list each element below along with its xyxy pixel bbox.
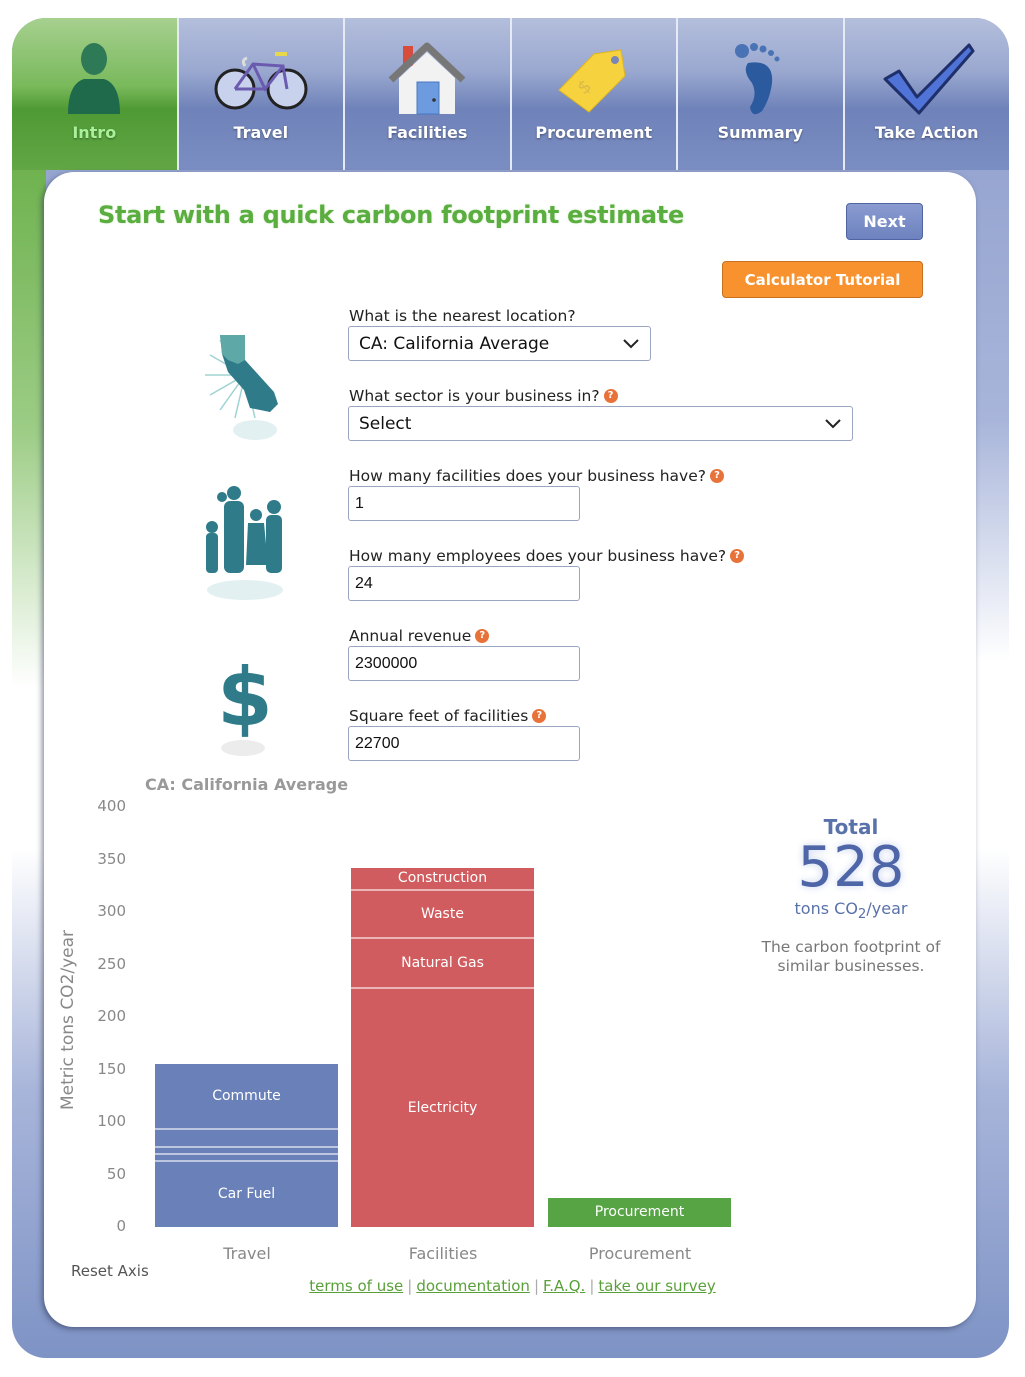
x-tick-label: Facilities	[408, 1244, 478, 1263]
sqft-label: Square feet of facilities?	[349, 707, 547, 725]
facilities-help-icon[interactable]: ?	[709, 469, 724, 483]
sector-label: What sector is your business in??	[349, 387, 618, 405]
separator: |	[589, 1277, 595, 1295]
total-units-suffix: /year	[866, 899, 908, 918]
checkmark-icon	[877, 39, 977, 119]
y-tick-label: 150	[97, 1059, 126, 1078]
tab-summary[interactable]: Summary	[678, 18, 845, 170]
svg-text:$: $	[217, 651, 273, 744]
bar-segment-car-fuel[interactable]: Car Fuel	[155, 1161, 338, 1227]
chart-title: CA: California Average	[145, 775, 349, 794]
separator: |	[407, 1277, 413, 1295]
sqft-label-text: Square feet of facilities	[349, 707, 529, 725]
employees-count-input[interactable]	[348, 566, 580, 601]
documentation-link[interactable]: documentation	[416, 1277, 530, 1295]
location-select-value: CA: California Average	[359, 333, 550, 354]
y-tick-label: 50	[106, 1164, 126, 1183]
tab-facilities[interactable]: Facilities	[345, 18, 512, 170]
revenue-help-icon[interactable]: ?	[475, 629, 490, 643]
sector-select-value: Select	[359, 413, 412, 434]
footer-links: terms of use | documentation | F.A.Q. | take o…	[0, 1277, 1025, 1295]
tab-intro-label: Intro	[72, 123, 117, 142]
chevron-down-icon	[825, 418, 841, 428]
bar-segment-construction[interactable]: Construction	[351, 867, 534, 891]
bar-segment-natural-gas[interactable]: Natural Gas	[351, 939, 534, 989]
sector-label-text: What sector is your business in?	[349, 387, 600, 405]
bar-segment-procurement[interactable]: Procurement	[548, 1197, 731, 1227]
total-summary: Total 528 tons CO2/year The carbon footp…	[760, 815, 942, 976]
bar-segment-waste[interactable]: Waste	[351, 891, 534, 940]
survey-link[interactable]: take our survey	[598, 1277, 715, 1295]
calculator-tutorial-button[interactable]: Calculator Tutorial	[722, 261, 923, 298]
location-label: What is the nearest location?	[349, 307, 576, 325]
tab-summary-label: Summary	[717, 123, 803, 142]
revenue-label: Annual revenue?	[349, 627, 490, 645]
facilities-label-text: How many facilities does your business h…	[349, 467, 706, 485]
faq-link[interactable]: F.A.Q.	[543, 1277, 585, 1295]
x-tick-label: Procurement	[588, 1244, 692, 1263]
bar-segment-electricity[interactable]: Electricity	[351, 988, 534, 1227]
california-map-icon	[200, 330, 290, 449]
total-units: tons CO2/year	[760, 899, 942, 922]
bar-segment-segment-2[interactable]	[155, 1154, 338, 1162]
bar-segment-segment-3[interactable]	[155, 1148, 338, 1155]
person-silhouette-icon	[44, 39, 144, 119]
y-tick-label: 400	[97, 797, 126, 815]
frame-accent	[12, 168, 46, 688]
terms-of-use-link[interactable]: terms of use	[309, 1277, 403, 1295]
y-tick-label: 350	[97, 849, 126, 868]
y-tick-label: 100	[97, 1112, 126, 1130]
y-tick-label: 250	[97, 954, 126, 973]
tab-take-action-label: Take Action	[874, 123, 979, 142]
sector-select[interactable]: Select	[348, 406, 853, 441]
annual-revenue-input[interactable]	[348, 646, 580, 681]
tab-take-action[interactable]: Take Action	[844, 18, 1009, 170]
revenue-label-text: Annual revenue	[349, 627, 472, 645]
bicycle-icon	[211, 39, 311, 119]
tab-travel-label: Travel	[233, 123, 289, 142]
bar-segment-segment-4[interactable]	[155, 1130, 338, 1149]
tab-travel[interactable]: Travel	[178, 18, 345, 170]
total-description: The carbon footprint of similar business…	[761, 938, 941, 976]
step-navigation: Intro Travel Facilities $ Procurement Su…	[12, 18, 1009, 170]
next-button[interactable]: Next	[846, 203, 923, 240]
chevron-down-icon	[623, 338, 639, 348]
family-silhouette-icon	[200, 485, 290, 614]
total-units-prefix: tons CO	[794, 899, 858, 918]
y-axis-label: Metric tons CO2/year	[58, 929, 78, 1111]
page-title: Start with a quick carbon footprint esti…	[98, 201, 684, 229]
square-feet-input[interactable]	[348, 726, 580, 761]
tab-procurement-label: Procurement	[535, 123, 653, 142]
dollar-sign-icon: $	[210, 650, 280, 769]
y-tick-label: 300	[97, 902, 126, 920]
house-icon	[377, 39, 477, 119]
bar-segment-commute[interactable]: Commute	[155, 1064, 338, 1131]
separator: |	[533, 1277, 539, 1295]
total-value: 528	[797, 835, 905, 900]
y-tick-label: 200	[97, 1007, 126, 1025]
facilities-count-input[interactable]	[348, 486, 580, 521]
sector-help-icon[interactable]: ?	[603, 389, 618, 403]
price-tag-icon: $	[544, 39, 644, 119]
employees-label-text: How many employees does your business ha…	[349, 547, 727, 565]
x-tick-label: Travel	[223, 1244, 271, 1263]
facilities-label: How many facilities does your business h…	[349, 467, 724, 485]
employees-help-icon[interactable]: ?	[730, 549, 745, 563]
tab-intro[interactable]: Intro	[12, 18, 179, 170]
location-select[interactable]: CA: California Average	[348, 326, 651, 361]
y-tick-label: 0	[116, 1217, 126, 1235]
tab-procurement[interactable]: $ Procurement	[511, 18, 678, 170]
tab-facilities-label: Facilities	[387, 123, 468, 142]
sqft-help-icon[interactable]: ?	[532, 709, 547, 723]
footprint-icon	[710, 39, 810, 119]
employees-label: How many employees does your business ha…	[349, 547, 745, 565]
